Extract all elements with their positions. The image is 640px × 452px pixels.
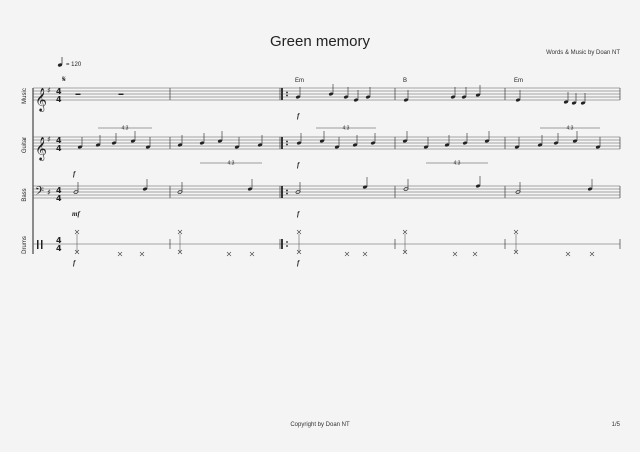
- guitar-note: [462, 133, 468, 145]
- guitar-note: [553, 133, 559, 145]
- melody-note: [328, 84, 334, 96]
- rest-whole: [75, 93, 81, 95]
- repeat-dot: [286, 91, 288, 94]
- bass-note-half: [295, 182, 301, 194]
- melody-note: [295, 87, 301, 99]
- repeat-dot: [286, 245, 288, 247]
- bass-note: [247, 179, 253, 191]
- drums-staff-header: 4 4: [37, 236, 62, 253]
- tempo-text: = 120: [66, 62, 82, 68]
- tuplet-label: 4:3: [343, 126, 350, 132]
- hihat-hit: [344, 251, 350, 257]
- rest-half: [118, 93, 124, 95]
- hihat-hit: [565, 251, 571, 257]
- tuplet-label: 4:3: [228, 161, 235, 167]
- dynamic-drums: f: [73, 259, 76, 267]
- segno-icon: 𝄋: [62, 75, 66, 85]
- tempo-mark: = 120: [57, 57, 82, 68]
- tuplet-label: 4:3: [454, 161, 461, 167]
- staff-drums: [33, 239, 621, 249]
- time-sig-bottom: 4: [56, 144, 62, 153]
- melody-note: [403, 90, 409, 102]
- bass-note-half: [403, 179, 409, 191]
- music-staff-header: 𝄞 ♯ 4 4: [35, 86, 62, 112]
- treble-clef-icon: 𝄞: [35, 87, 47, 112]
- tuplet-label: 4:3: [567, 126, 574, 132]
- dynamic-bass-repeat: f: [297, 210, 300, 218]
- dynamic-bass: mf: [72, 210, 80, 218]
- hihat-hit: [362, 251, 368, 257]
- repeat-dot: [286, 241, 288, 243]
- melody-note: [571, 93, 577, 105]
- repeat-dot: [286, 189, 288, 192]
- repeat-dot: [286, 140, 288, 143]
- instrument-label-guitar: Guitar: [22, 137, 28, 153]
- bass-note-half: [73, 182, 79, 194]
- copyright-text: Copyright by Doan NT: [290, 422, 350, 428]
- score-notation: = 120 𝄋 Em B Em Music Guitar Bass Drums …: [22, 57, 621, 267]
- staff-1: [33, 136, 621, 150]
- dynamic-music: f: [297, 112, 300, 120]
- hihat-hit: [249, 251, 255, 257]
- staff-2: [33, 185, 621, 199]
- bass-note: [587, 179, 593, 191]
- cymbal-hit: [296, 229, 302, 235]
- treble-clef-icon: 𝄞: [35, 136, 47, 161]
- time-sig-bottom: 4: [56, 194, 62, 203]
- cymbal-hit: [402, 229, 408, 235]
- chord-b: B: [403, 78, 407, 84]
- sharp-icon: ♯: [47, 86, 51, 95]
- cymbal-hit: [513, 229, 519, 235]
- bass-note-half: [515, 182, 521, 194]
- cymbal-hit: [177, 229, 183, 235]
- tuplet-label: 4:3: [122, 126, 129, 132]
- sharp-icon: ♯: [47, 188, 51, 197]
- melody-note: [450, 87, 456, 99]
- time-sig-bottom: 4: [56, 95, 62, 104]
- bass-staff-header: 𝄢 ♯ 4 4: [35, 185, 62, 203]
- dynamic-guitar-repeat: f: [297, 161, 300, 169]
- hihat-hit: [589, 251, 595, 257]
- sharp-icon: ♯: [47, 135, 51, 144]
- instrument-label-music: Music: [22, 88, 28, 104]
- bass-note-half: [177, 182, 183, 194]
- melody-note: [580, 93, 586, 105]
- hihat-hit: [117, 251, 123, 257]
- repeat-dot: [286, 94, 288, 97]
- guitar-note: [296, 133, 302, 145]
- guitar-note: [370, 133, 376, 145]
- bass-note: [475, 176, 481, 188]
- melody-note: [461, 87, 467, 99]
- bass-note: [142, 179, 148, 191]
- repeat-dot: [286, 192, 288, 195]
- time-sig-bottom: 4: [56, 244, 62, 253]
- bass-clef-icon: 𝄢: [35, 185, 44, 201]
- instrument-label-bass: Bass: [22, 188, 28, 201]
- dynamic-guitar: f: [73, 170, 76, 178]
- guitar-note: [111, 133, 117, 145]
- chord-em-2: Em: [514, 78, 523, 84]
- melody-note: [365, 87, 371, 99]
- guitar-staff-header: 𝄞 ♯ 4 4: [35, 135, 62, 161]
- cymbal-hit: [74, 229, 80, 235]
- score-page: Green memory Words & Music by Doan NT = …: [0, 0, 640, 452]
- hihat-hit: [139, 251, 145, 257]
- melody-note: [515, 90, 521, 102]
- hihat-hit: [226, 251, 232, 257]
- hihat-hit: [452, 251, 458, 257]
- page-number: 1/5: [611, 422, 620, 428]
- melody-note: [343, 87, 349, 99]
- bass-note: [362, 177, 368, 189]
- repeat-dot: [286, 143, 288, 146]
- dynamic-drums-repeat: f: [297, 259, 300, 267]
- guitar-note: [199, 133, 205, 145]
- melody-note: [353, 90, 359, 102]
- chord-em-1: Em: [295, 78, 304, 84]
- instrument-label-drums: Drums: [22, 236, 28, 254]
- hihat-hit: [472, 251, 478, 257]
